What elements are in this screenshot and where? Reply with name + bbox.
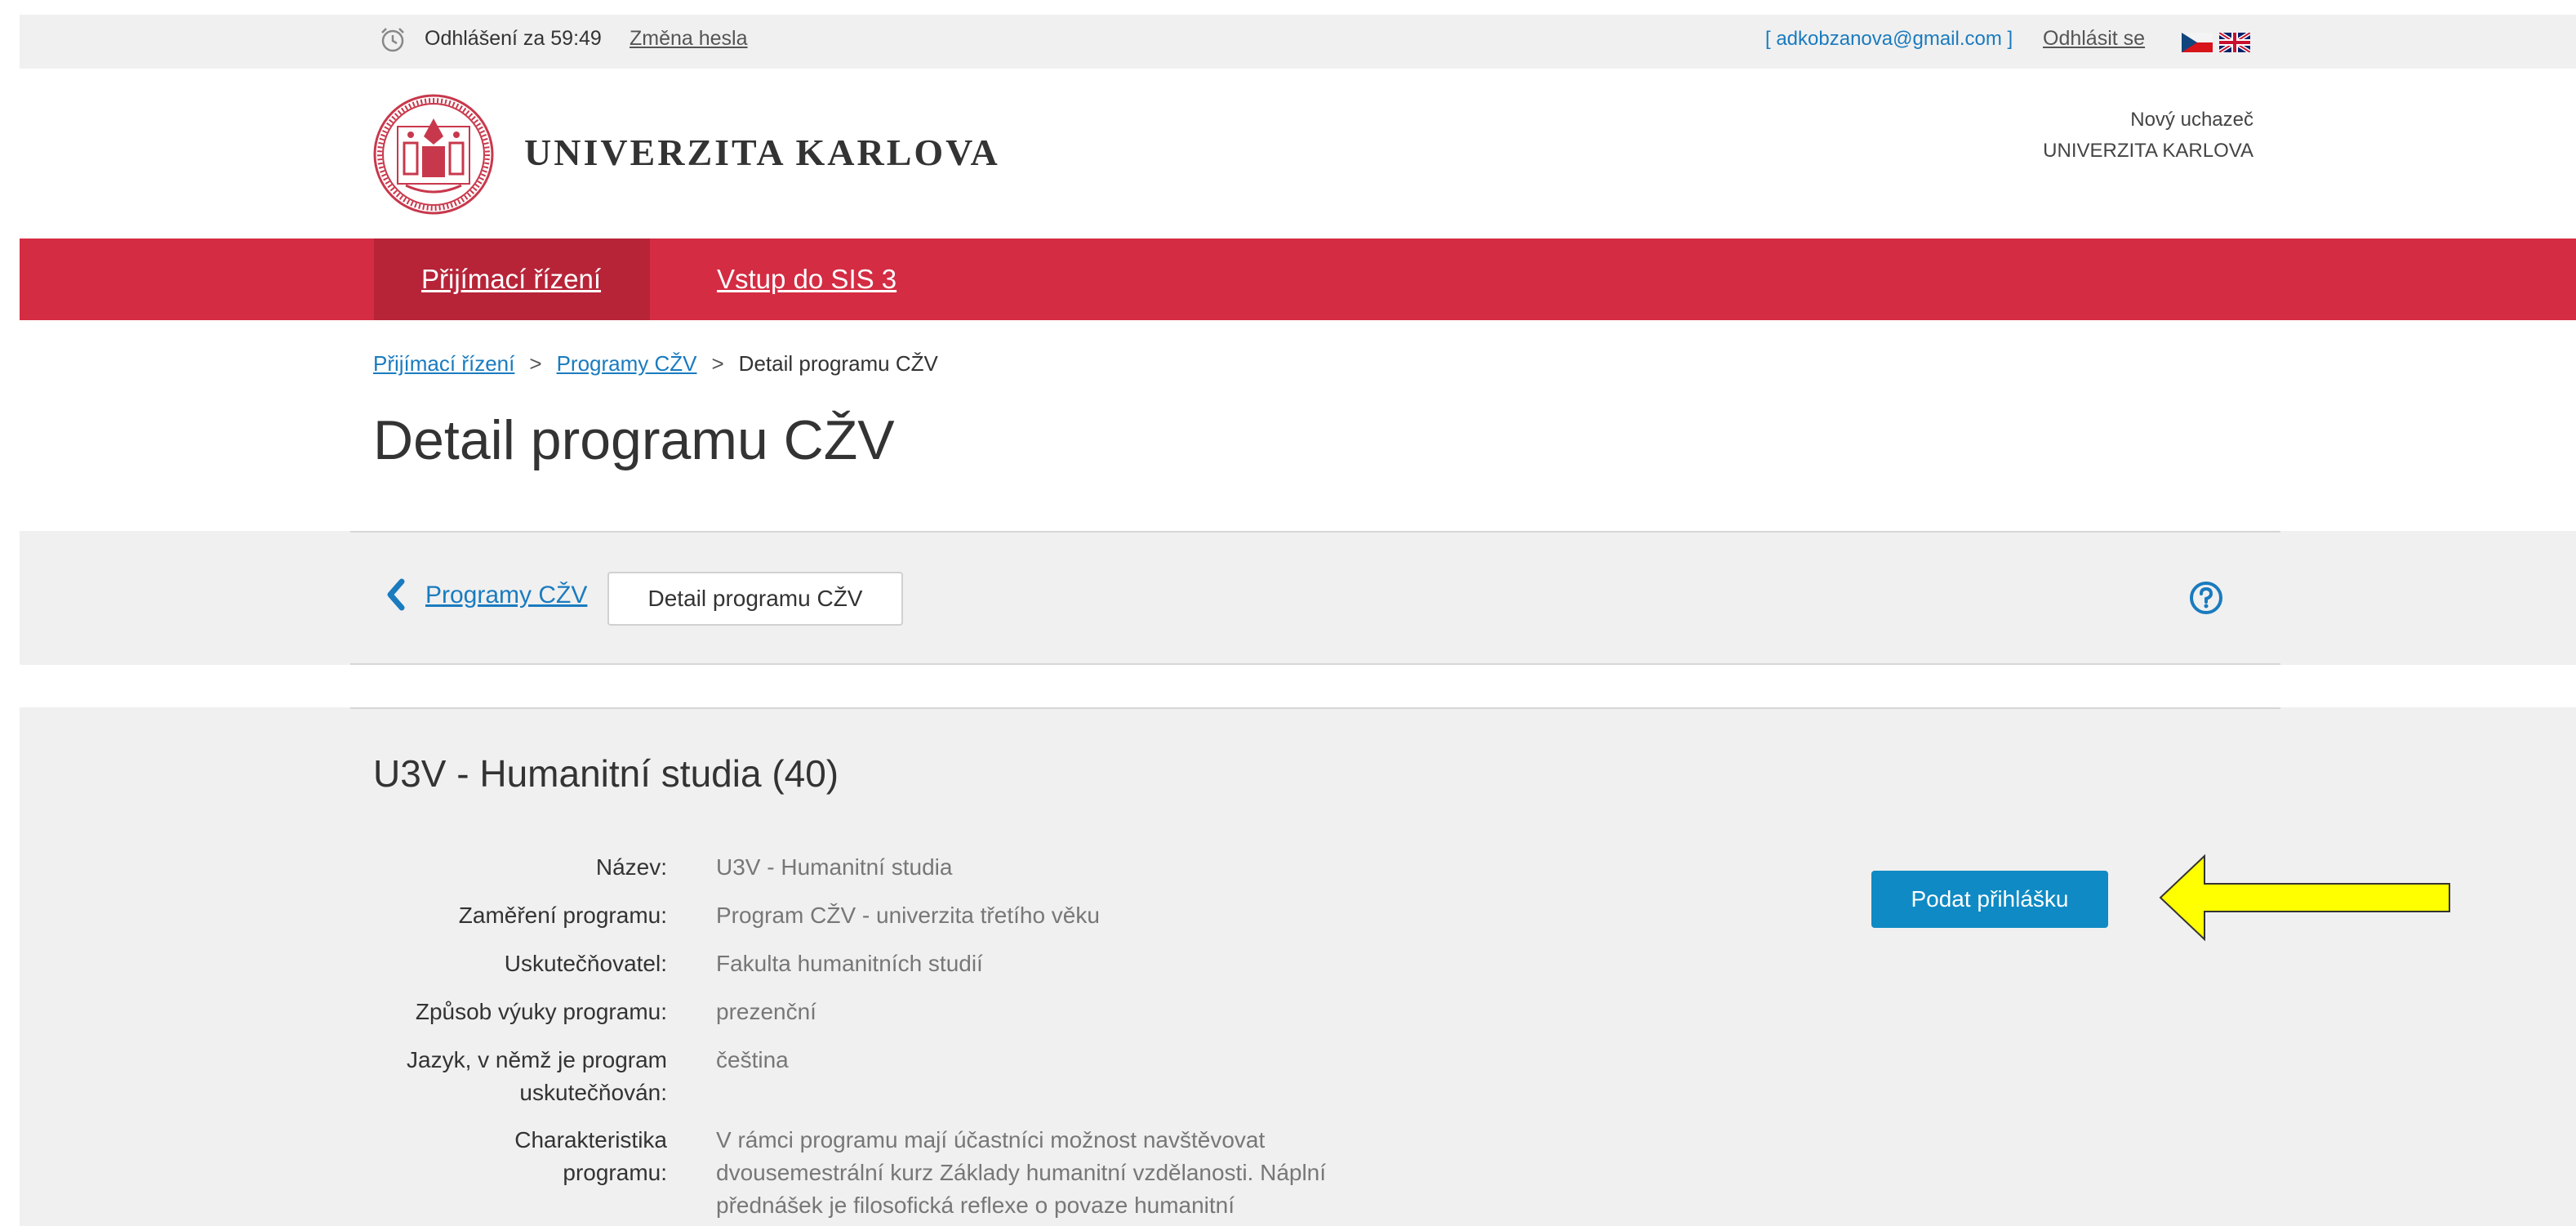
field-value: Fakulta humanitních studií bbox=[716, 951, 983, 976]
field-label: Způsob výuky programu: bbox=[415, 999, 667, 1024]
user-role: Nový uchazeč UNIVERZITA KARLOVA bbox=[2043, 105, 2253, 167]
divider bbox=[350, 663, 2280, 665]
breadcrumb: Přijímací řízení > Programy CŽV > Detail pro… bbox=[373, 351, 938, 377]
breadcrumb-current: Detail programu CŽV bbox=[738, 351, 938, 376]
alarm-clock-icon bbox=[381, 28, 404, 52]
program-detail-panel: U3V - Humanitní studia (40) Název: U3V -… bbox=[20, 707, 2576, 1226]
role-line-2: UNIVERZITA KARLOVA bbox=[2043, 140, 2253, 162]
field-label: Zaměření programu: bbox=[458, 903, 667, 928]
help-icon[interactable] bbox=[2188, 580, 2224, 616]
left-margin bbox=[0, 0, 20, 1226]
field-value: U3V - Humanitní studia bbox=[716, 854, 953, 880]
field-label: Charakteristika programu: bbox=[514, 1127, 667, 1185]
field-value: Program CŽV - univerzita třetího věku bbox=[716, 903, 1100, 928]
field-label: Jazyk, v němž je program uskutečňován: bbox=[407, 1047, 667, 1105]
nav-item-sis3[interactable]: Vstup do SIS 3 bbox=[670, 239, 944, 320]
current-view-label: Detail programu CŽV bbox=[607, 572, 903, 626]
breadcrumb-separator: > bbox=[529, 351, 542, 376]
program-title: U3V - Humanitní studia (40) bbox=[373, 752, 839, 795]
divider bbox=[350, 531, 2280, 533]
page-title: Detail programu CŽV bbox=[373, 409, 895, 471]
nav-item-admission[interactable]: Přijímací řízení bbox=[374, 239, 650, 320]
role-line-1: Nový uchazeč bbox=[2130, 109, 2253, 131]
czech-flag-icon[interactable] bbox=[2182, 33, 2213, 52]
breadcrumb-separator: > bbox=[711, 351, 724, 376]
toolbar-band: Programy CŽV Detail programu CŽV bbox=[20, 531, 2576, 665]
page: Odhlášení za 59:49 Změna hesla [ adkobza… bbox=[0, 0, 2576, 1226]
user-email: [ adkobzanova@gmail.com ] bbox=[1765, 28, 2013, 50]
university-name: UNIVERZITA KARLOVA bbox=[524, 132, 1000, 173]
field-value: čeština bbox=[716, 1047, 789, 1072]
main-nav: Přijímací řízení Vstup do SIS 3 bbox=[20, 239, 2576, 320]
field-value: V rámci programu mají účastníci možnost … bbox=[716, 1127, 1327, 1218]
top-utility-bar: Odhlášení za 59:49 Změna hesla [ adkobza… bbox=[20, 15, 2576, 69]
logout-timer: Odhlášení za 59:49 bbox=[425, 27, 602, 50]
divider bbox=[350, 707, 2280, 709]
field-label: Název: bbox=[595, 854, 667, 880]
logout-link[interactable]: Odhlásit se bbox=[2043, 27, 2145, 51]
submit-application-button[interactable]: Podat přihlášku bbox=[1871, 871, 2108, 928]
back-to-programs-link[interactable]: Programy CŽV bbox=[425, 582, 587, 609]
breadcrumb-admission[interactable]: Přijímací řízení bbox=[373, 351, 514, 376]
yellow-arrow-annotation bbox=[2159, 854, 2450, 942]
change-password-link[interactable]: Změna hesla bbox=[630, 27, 748, 51]
chevron-left-icon[interactable] bbox=[384, 578, 408, 611]
university-seal-logo[interactable] bbox=[373, 94, 494, 215]
field-value: prezenční bbox=[716, 999, 816, 1024]
uk-flag-icon[interactable] bbox=[2219, 33, 2250, 52]
field-label: Uskutečňovatel: bbox=[504, 951, 667, 976]
breadcrumb-programs[interactable]: Programy CŽV bbox=[557, 351, 697, 376]
